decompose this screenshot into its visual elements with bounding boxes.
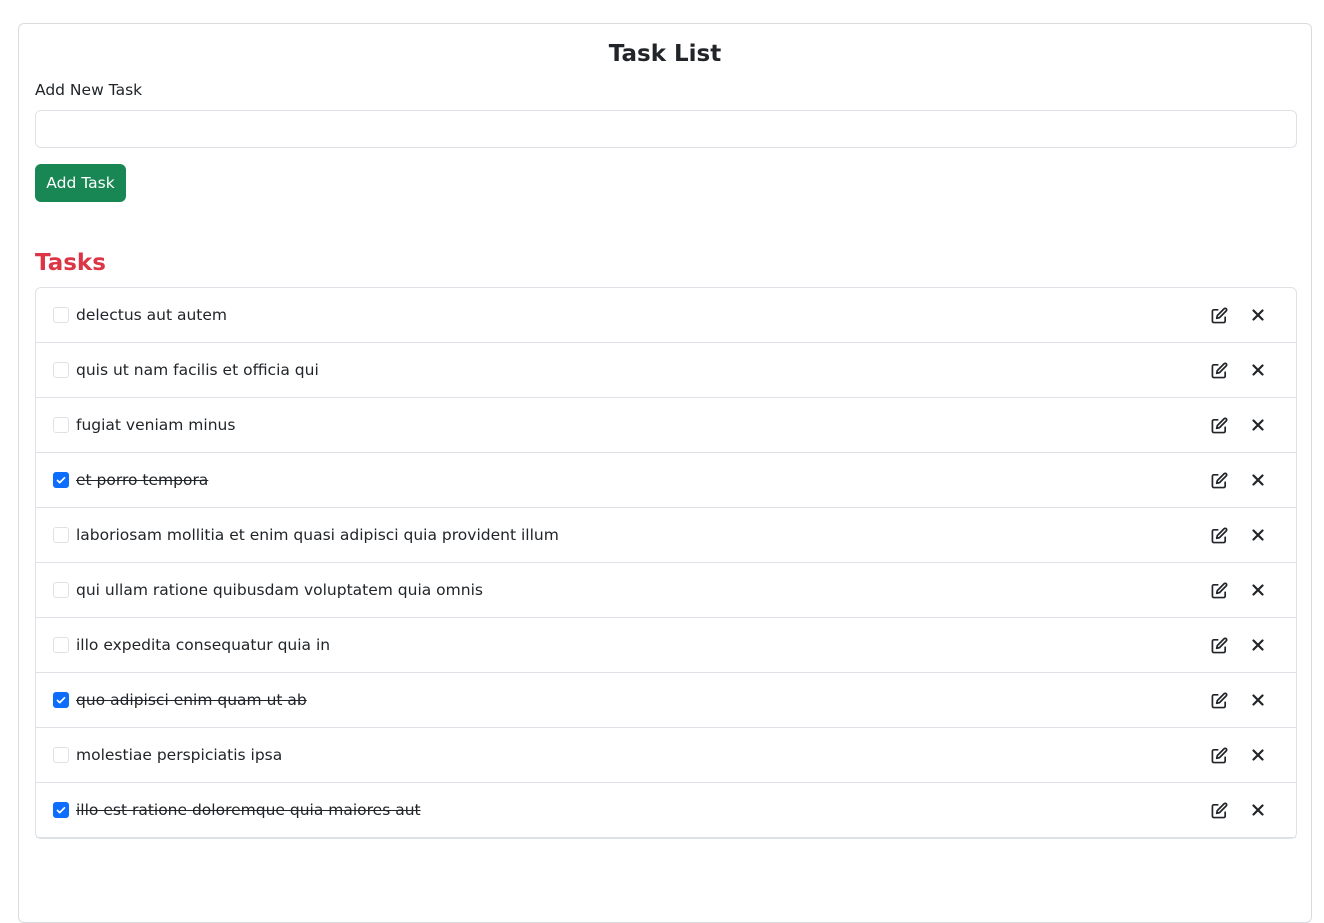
edit-task-button[interactable] [1209,360,1229,380]
edit-icon [1211,747,1227,763]
task-list: delectus aut autem quis ut nam facilis e… [35,287,1297,839]
check-icon [56,696,66,704]
task-checkbox[interactable] [53,637,69,653]
edit-icon [1211,637,1227,653]
close-icon [1252,639,1264,651]
task-card: Task List Add New Task Add Task Tasks de… [18,23,1312,923]
add-task-button[interactable]: Add Task [35,164,126,202]
task-item: molestiae perspiciatis ipsa [36,728,1296,783]
task-checkbox[interactable] [53,747,69,763]
delete-task-button[interactable] [1248,690,1268,710]
tasks-heading: Tasks [35,250,106,276]
task-item: et porro tempora [36,453,1296,508]
edit-icon [1211,802,1227,818]
task-item: fugiat veniam minus [36,398,1296,453]
page-title: Task List [608,41,722,67]
delete-task-button[interactable] [1248,525,1268,545]
task-checkbox[interactable] [53,472,69,488]
task-checkbox[interactable] [53,307,69,323]
task-item: illo expedita consequatur quia in [36,618,1296,673]
edit-task-button[interactable] [1209,580,1229,600]
edit-icon [1211,362,1227,378]
edit-icon [1211,692,1227,708]
delete-task-button[interactable] [1248,415,1268,435]
edit-icon [1211,417,1227,433]
task-item: quo adipisci enim quam ut ab [36,673,1296,728]
edit-icon [1211,307,1227,323]
close-icon [1252,309,1264,321]
edit-icon [1211,582,1227,598]
close-icon [1252,364,1264,376]
new-task-input[interactable] [35,110,1297,148]
delete-task-button[interactable] [1248,305,1268,325]
close-icon [1252,804,1264,816]
close-icon [1252,749,1264,761]
close-icon [1252,584,1264,596]
close-icon [1252,529,1264,541]
task-checkbox[interactable] [53,527,69,543]
edit-task-button[interactable] [1209,415,1229,435]
edit-task-button[interactable] [1209,525,1229,545]
task-checkbox[interactable] [53,362,69,378]
task-text: fugiat veniam minus [76,416,236,434]
task-item: delectus aut autem [36,288,1296,343]
close-icon [1252,419,1264,431]
task-text: et porro tempora [76,471,209,489]
edit-task-button[interactable] [1209,800,1229,820]
task-checkbox[interactable] [53,802,69,818]
edit-icon [1211,472,1227,488]
delete-task-button[interactable] [1248,635,1268,655]
task-text: illo est ratione doloremque quia maiores… [76,801,421,819]
check-icon [56,476,66,484]
task-checkbox[interactable] [53,692,69,708]
task-item: qui ullam ratione quibusdam voluptatem q… [36,563,1296,618]
edit-task-button[interactable] [1209,305,1229,325]
edit-task-button[interactable] [1209,745,1229,765]
edit-task-button[interactable] [1209,635,1229,655]
delete-task-button[interactable] [1248,745,1268,765]
task-text: molestiae perspiciatis ipsa [76,746,283,764]
delete-task-button[interactable] [1248,470,1268,490]
task-text: quo adipisci enim quam ut ab [76,691,307,709]
edit-task-button[interactable] [1209,470,1229,490]
task-text: quis ut nam facilis et officia qui [76,361,319,379]
add-task-label: Add New Task [35,81,143,99]
task-text: qui ullam ratione quibusdam voluptatem q… [76,581,483,599]
task-text: laboriosam mollitia et enim quasi adipis… [76,526,559,544]
task-checkbox[interactable] [53,417,69,433]
edit-icon [1211,527,1227,543]
task-text: illo expedita consequatur quia in [76,636,331,654]
task-item: illo est ratione doloremque quia maiores… [36,783,1296,838]
edit-task-button[interactable] [1209,690,1229,710]
delete-task-button[interactable] [1248,360,1268,380]
task-text: delectus aut autem [76,306,228,324]
task-checkbox[interactable] [53,582,69,598]
task-item: laboriosam mollitia et enim quasi adipis… [36,508,1296,563]
delete-task-button[interactable] [1248,580,1268,600]
close-icon [1252,694,1264,706]
close-icon [1252,474,1264,486]
check-icon [56,806,66,814]
delete-task-button[interactable] [1248,800,1268,820]
task-item: quis ut nam facilis et officia qui [36,343,1296,398]
